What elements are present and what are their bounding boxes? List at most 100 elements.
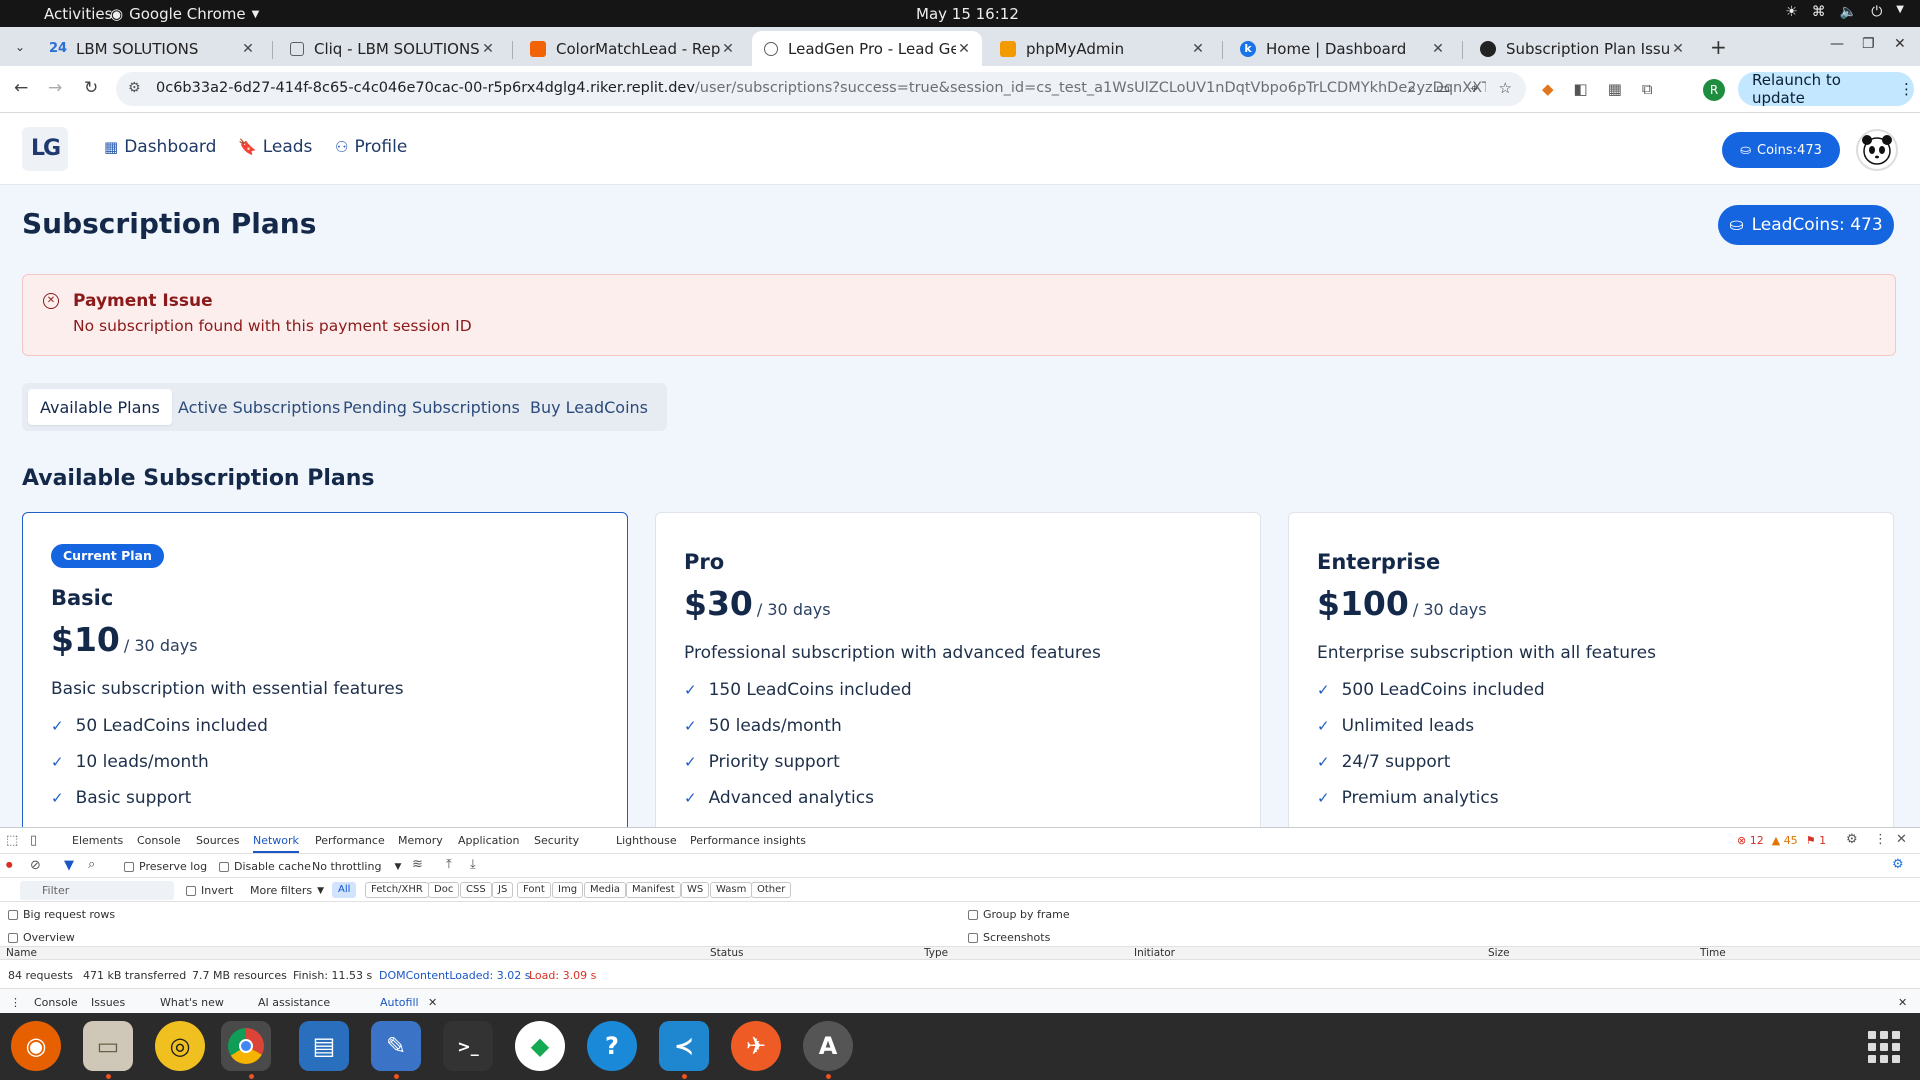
- text-editor-icon[interactable]: ✎: [371, 1021, 421, 1071]
- address-bar[interactable]: ⚙ 0c6b33a2-6d27-414f-8c65-c4c046e70cac-0…: [116, 72, 1526, 106]
- leadcoins-button[interactable]: ⛀ LeadCoins: 473: [1718, 205, 1894, 245]
- plan-card-basic[interactable]: Current Plan Basic $10 / 30 days Basic s…: [22, 512, 628, 827]
- browser-tab-replit[interactable]: ColorMatchLead - Replit ✕: [518, 31, 746, 66]
- search-icon[interactable]: ⌕: [88, 857, 95, 872]
- maximize-icon[interactable]: ❐: [1862, 36, 1875, 52]
- drawer-tab-console[interactable]: Console: [34, 996, 78, 1009]
- firefox-icon[interactable]: ◉: [11, 1021, 61, 1071]
- close-icon[interactable]: ✕: [1670, 41, 1686, 57]
- payment-icon[interactable]: ▭: [1436, 79, 1450, 97]
- browser-tab-leadgen[interactable]: LeadGen Pro - Lead Gene ✕: [752, 31, 982, 66]
- terminal-icon[interactable]: >_: [443, 1021, 493, 1071]
- relaunch-button[interactable]: Relaunch to update ⋮: [1738, 71, 1914, 107]
- more-vert-icon[interactable]: ⋮: [10, 996, 21, 1009]
- type-filter-font[interactable]: Font: [517, 882, 551, 898]
- type-filter-fetch-xhr[interactable]: Fetch/XHR: [365, 882, 429, 898]
- back-icon[interactable]: ←: [14, 78, 28, 98]
- close-icon[interactable]: ✕: [956, 41, 972, 57]
- overview-checkbox[interactable]: Overview: [8, 931, 75, 944]
- devtools-tab-elements[interactable]: Elements: [72, 834, 123, 847]
- close-icon[interactable]: ✕: [1896, 832, 1907, 847]
- column-header-status[interactable]: Status: [710, 947, 743, 959]
- nav-dashboard[interactable]: ▦ Dashboard: [104, 137, 216, 157]
- close-icon[interactable]: ✕: [428, 996, 437, 1009]
- minimize-icon[interactable]: —: [1830, 36, 1844, 52]
- column-header-time[interactable]: Time: [1700, 947, 1726, 959]
- chrome-icon[interactable]: [221, 1021, 271, 1071]
- upload-icon[interactable]: ⤒: [446, 857, 452, 872]
- more-vert-icon[interactable]: ⋮: [1874, 832, 1887, 847]
- software-updater-icon[interactable]: A: [803, 1021, 853, 1071]
- browser-tab-lbm[interactable]: 24 LBM SOLUTIONS ✕: [38, 31, 266, 66]
- invert-checkbox[interactable]: Invert: [186, 884, 233, 897]
- tab-available-plans[interactable]: Available Plans: [28, 389, 172, 425]
- writer-icon[interactable]: ▤: [299, 1021, 349, 1071]
- rhythmbox-icon[interactable]: ◎: [155, 1021, 205, 1071]
- tab-pending-subscriptions[interactable]: Pending Subscriptions: [331, 389, 532, 425]
- close-icon[interactable]: ✕: [720, 41, 736, 57]
- url-text[interactable]: 0c6b33a2-6d27-414f-8c65-c4c046e70cac-00-…: [156, 80, 1486, 96]
- browser-tab-chatgpt[interactable]: Subscription Plan Issue ✕: [1468, 31, 1696, 66]
- column-header-name[interactable]: Name: [6, 947, 37, 959]
- group-by-frame-checkbox[interactable]: Group by frame: [968, 908, 1070, 921]
- nav-leads[interactable]: 🔖 Leads: [238, 137, 312, 157]
- settings-gear-icon[interactable]: ⚙: [1846, 832, 1858, 847]
- system-tray[interactable]: ☀ ⌘ 🔈 ⏻ ▼: [1785, 4, 1904, 20]
- close-drawer-icon[interactable]: ✕: [1898, 996, 1907, 1009]
- mongodb-icon[interactable]: ◆: [515, 1021, 565, 1071]
- browser-tab-dashboard[interactable]: k Home | Dashboard ✕: [1228, 31, 1456, 66]
- browser-tab-cliq[interactable]: Cliq - LBM SOLUTIONS ✕: [278, 31, 506, 66]
- nav-profile[interactable]: ⚇ Profile: [335, 137, 407, 157]
- drawer-tab-whats-new[interactable]: What's new: [160, 996, 224, 1009]
- app-logo[interactable]: LG: [22, 127, 68, 171]
- drawer-tab-autofill[interactable]: Autofill: [380, 996, 419, 1009]
- type-filter-wasm[interactable]: Wasm: [710, 882, 753, 898]
- inspect-icon[interactable]: ⬚: [6, 833, 18, 848]
- extension-icon[interactable]: ▦: [1608, 80, 1622, 98]
- coins-pill[interactable]: ⛀ Coins:473: [1722, 132, 1840, 168]
- activities-button[interactable]: Activities: [44, 5, 112, 23]
- clear-icon[interactable]: ⊘: [30, 858, 41, 873]
- devtools-tab-network[interactable]: Network: [253, 834, 299, 853]
- type-filter-all[interactable]: All: [332, 882, 357, 898]
- type-filter-img[interactable]: Img: [552, 882, 584, 898]
- close-icon[interactable]: ✕: [1190, 41, 1206, 57]
- location-icon[interactable]: ⌖: [1470, 79, 1478, 97]
- zoom-icon[interactable]: ⌕: [1408, 79, 1416, 97]
- clock[interactable]: May 15 16:12: [916, 5, 1019, 23]
- plan-card-pro[interactable]: Pro $30 / 30 days Professional subscript…: [655, 512, 1261, 827]
- download-icon[interactable]: ⤓: [470, 857, 476, 872]
- avatar[interactable]: [1856, 129, 1898, 171]
- puzzle-icon[interactable]: ⧉: [1642, 80, 1653, 98]
- devtools-tab-application[interactable]: Application: [458, 834, 519, 847]
- column-header-size[interactable]: Size: [1488, 947, 1510, 959]
- screenshots-checkbox[interactable]: Screenshots: [968, 931, 1050, 944]
- disable-cache-checkbox[interactable]: Disable cache: [219, 860, 311, 873]
- app-menu[interactable]: ◉ Google Chrome ▼: [110, 5, 259, 23]
- metamask-icon[interactable]: ◆: [1542, 80, 1554, 98]
- devtools-tab-lighthouse[interactable]: Lighthouse: [616, 834, 677, 847]
- profile-avatar[interactable]: R: [1703, 79, 1725, 101]
- close-icon[interactable]: ✕: [480, 41, 496, 57]
- drawer-tab-issues[interactable]: Issues: [91, 996, 125, 1009]
- new-tab-button[interactable]: +: [1710, 35, 1727, 59]
- type-filter-css[interactable]: CSS: [460, 882, 492, 898]
- type-filter-manifest[interactable]: Manifest: [626, 882, 681, 898]
- network-settings-icon[interactable]: ⚙: [1892, 857, 1904, 872]
- devtools-tab-performance-insights[interactable]: Performance insights: [690, 834, 806, 847]
- devtools-tab-memory[interactable]: Memory: [398, 834, 443, 847]
- devtools-tab-security[interactable]: Security: [534, 834, 579, 847]
- forward-icon[interactable]: →: [48, 78, 62, 98]
- preserve-log-checkbox[interactable]: Preserve log: [124, 860, 207, 873]
- plan-card-enterprise[interactable]: Enterprise $100 / 30 days Enterprise sub…: [1288, 512, 1894, 827]
- extension-icon[interactable]: ◧: [1574, 80, 1588, 98]
- vscode-icon[interactable]: ≺: [659, 1021, 709, 1071]
- tab-buy-leadcoins[interactable]: Buy LeadCoins: [518, 389, 660, 425]
- bookmark-star-icon[interactable]: ☆: [1499, 79, 1512, 97]
- site-info-icon[interactable]: ⚙: [128, 80, 141, 96]
- type-filter-media[interactable]: Media: [584, 882, 627, 898]
- column-header-type[interactable]: Type: [924, 947, 948, 959]
- tab-active-subscriptions[interactable]: Active Subscriptions: [166, 389, 352, 425]
- big-request-rows-checkbox[interactable]: Big request rows: [8, 908, 115, 921]
- type-filter-js[interactable]: JS: [492, 882, 514, 898]
